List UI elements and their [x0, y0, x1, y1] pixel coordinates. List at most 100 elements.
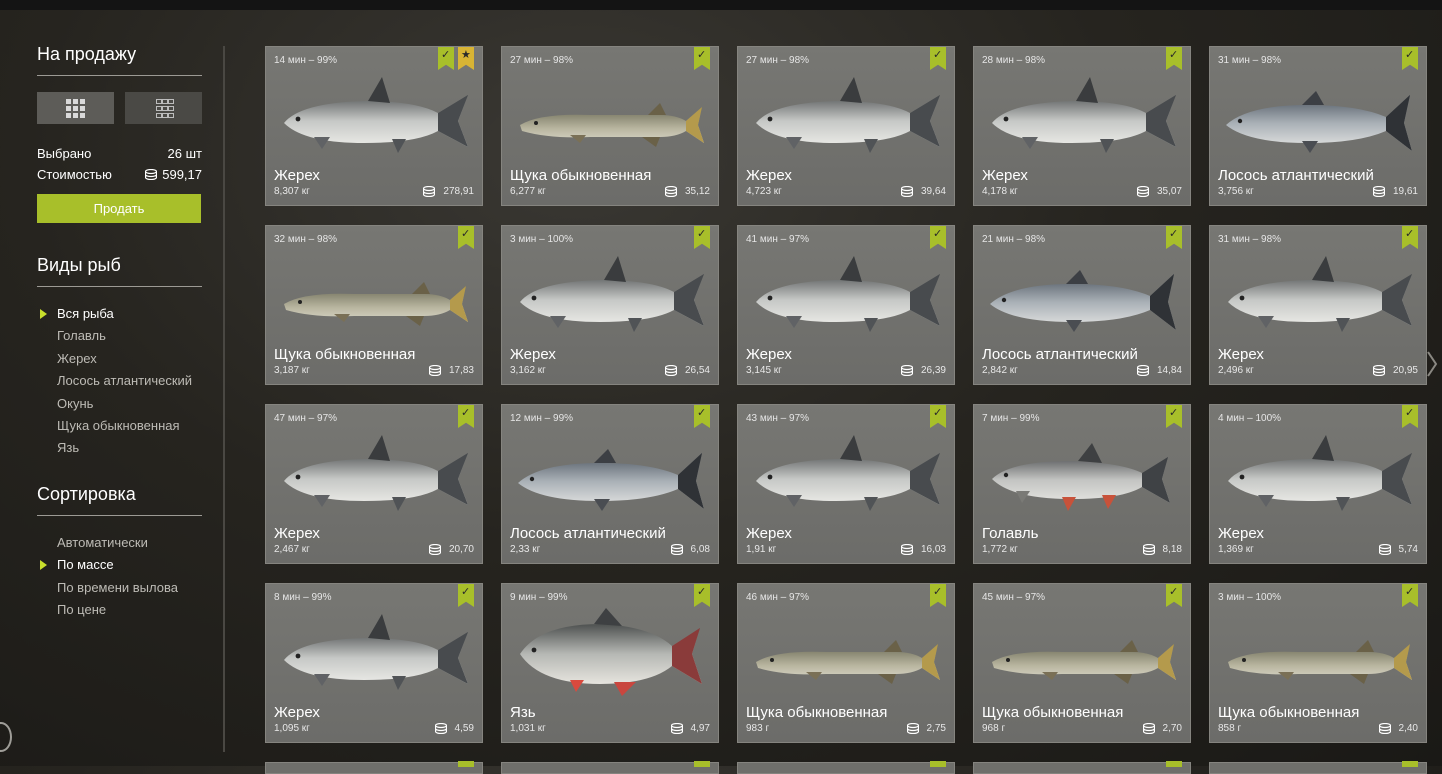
fish-card[interactable]: 4 мин – 100% ✓ Жерех 1,369 кг 5,74 — [1209, 404, 1427, 564]
catch-time-quality: 4 мин – 100% — [1218, 413, 1282, 424]
fish-image — [1218, 246, 1418, 341]
coin-icon — [1142, 544, 1155, 555]
selected-row: Выбрано 26 шт — [37, 146, 202, 161]
fish-image — [982, 604, 1182, 699]
fish-card-grid: 14 мин – 99% ✓ ★ Жерех 8,307 кг 278,91 2… — [265, 46, 1430, 743]
fish-weight: 3,756 кг — [1218, 186, 1254, 197]
fish-card[interactable]: 45 мин – 97% ✓ Щука обыкновенная 968 г 2… — [973, 583, 1191, 743]
catch-time-quality: 27 мин – 98% — [746, 55, 810, 66]
fish-price: 35,12 — [664, 186, 710, 197]
fish-price-value: 2,40 — [1398, 723, 1418, 734]
fish-card[interactable]: 31 мин – 98% ✓ Лосось атлантический 3,75… — [1209, 46, 1427, 206]
fish-card[interactable]: 27 мин – 98% ✓ Щука обыкновенная 6,277 к… — [501, 46, 719, 206]
chevron-right-icon[interactable] — [1426, 350, 1438, 378]
fish-card[interactable]: 21 мин – 98% ✓ Лосось атлантический 2,84… — [973, 225, 1191, 385]
coin-icon — [900, 365, 913, 376]
for-sale-title: На продажу — [37, 44, 202, 76]
coin-icon — [145, 169, 158, 180]
fish-name: Лосось атлантический — [982, 346, 1138, 363]
sort-options-list: Автоматически По массе По времени вылова По… — [37, 532, 202, 622]
sort-option-item[interactable]: По времени вылова — [37, 577, 202, 599]
fish-card[interactable]: 12 мин – 99% ✓ Лосось атлантический 2,33… — [501, 404, 719, 564]
card-peek — [265, 761, 483, 774]
catch-time-quality: 28 мин – 98% — [982, 55, 1046, 66]
fish-types-list: Вся рыба Голавль Жерех Лосось атлантический… — [37, 303, 202, 460]
fish-card[interactable]: 32 мин – 98% ✓ Щука обыкновенная 3,187 к… — [265, 225, 483, 385]
small-grid-view-button[interactable] — [125, 92, 202, 124]
fish-type-item[interactable]: Жерех — [37, 348, 202, 370]
coin-icon — [1136, 365, 1149, 376]
large-grid-view-button[interactable] — [37, 92, 114, 124]
fish-name: Голавль — [982, 525, 1039, 542]
fish-weight: 2,842 кг — [982, 365, 1018, 376]
sort-option-item[interactable]: По массе — [37, 554, 202, 576]
fish-card[interactable]: 28 мин – 98% ✓ Жерех 4,178 кг 35,07 — [973, 46, 1191, 206]
fish-name: Жерех — [274, 704, 320, 721]
help-icon[interactable] — [0, 722, 12, 752]
fish-name: Щука обыкновенная — [1218, 704, 1360, 721]
fish-price-value: 2,75 — [926, 723, 946, 734]
fish-card[interactable]: 3 мин – 100% ✓ Жерех 3,162 кг 26,54 — [501, 225, 719, 385]
sort-title: Сортировка — [37, 484, 202, 516]
fish-name: Жерех — [510, 346, 556, 363]
fish-image — [746, 604, 946, 699]
coin-icon — [906, 723, 919, 734]
fish-price-value: 26,39 — [920, 365, 946, 376]
fish-price: 4,97 — [670, 723, 710, 734]
fish-card[interactable]: 8 мин – 99% ✓ Жерех 1,095 кг 4,59 — [265, 583, 483, 743]
fish-card[interactable]: 43 мин – 97% ✓ Жерех 1,91 кг 16,03 — [737, 404, 955, 564]
fish-card[interactable]: 14 мин – 99% ✓ ★ Жерех 8,307 кг 278,91 — [265, 46, 483, 206]
coin-icon — [434, 723, 447, 734]
fish-weight: 6,277 кг — [510, 186, 546, 197]
fish-weight: 858 г — [1218, 723, 1242, 734]
fish-price: 2,75 — [906, 723, 946, 734]
fish-type-item[interactable]: Щука обыкновенная — [37, 415, 202, 437]
fish-card[interactable]: 7 мин – 99% ✓ Голавль 1,772 кг 8,18 — [973, 404, 1191, 564]
fish-card[interactable]: 9 мин – 99% ✓ Язь 1,031 кг 4,97 — [501, 583, 719, 743]
catch-time-quality: 3 мин – 100% — [1218, 592, 1282, 603]
catch-time-quality: 31 мин – 98% — [1218, 234, 1282, 245]
sort-option-item[interactable]: Автоматически — [37, 532, 202, 554]
catch-time-quality: 9 мин – 99% — [510, 592, 568, 603]
fish-price: 35,07 — [1136, 186, 1182, 197]
fish-name: Жерех — [1218, 346, 1264, 363]
fish-name: Жерех — [274, 167, 320, 184]
fish-image — [510, 67, 710, 162]
fish-weight: 3,145 кг — [746, 365, 782, 376]
fish-card[interactable]: 27 мин – 98% ✓ Жерех 4,723 кг 39,64 — [737, 46, 955, 206]
fish-image — [510, 425, 710, 520]
fish-price: 20,95 — [1372, 365, 1418, 376]
fish-type-item[interactable]: Язь — [37, 437, 202, 459]
fish-name: Жерех — [982, 167, 1028, 184]
fish-image — [274, 425, 474, 520]
fish-card[interactable]: 47 мин – 97% ✓ Жерех 2,467 кг 20,70 — [265, 404, 483, 564]
sell-button[interactable]: Продать — [37, 194, 201, 223]
fish-card[interactable]: 46 мин – 97% ✓ Щука обыкновенная 983 г 2… — [737, 583, 955, 743]
catch-time-quality: 31 мин – 98% — [1218, 55, 1282, 66]
fish-type-item[interactable]: Голавль — [37, 325, 202, 347]
coin-icon — [1372, 365, 1385, 376]
sort-option-item[interactable]: По цене — [37, 599, 202, 621]
fish-weight: 983 г — [746, 723, 770, 734]
fish-name: Щука обыкновенная — [274, 346, 416, 363]
fish-price: 278,91 — [423, 186, 474, 197]
coin-icon — [1372, 186, 1385, 197]
fish-type-item[interactable]: Вся рыба — [37, 303, 202, 325]
fish-name: Жерех — [746, 346, 792, 363]
coin-icon — [670, 723, 683, 734]
fish-weight: 4,178 кг — [982, 186, 1018, 197]
fish-card[interactable]: 31 мин – 98% ✓ Жерех 2,496 кг 20,95 — [1209, 225, 1427, 385]
fish-name: Щука обыкновенная — [510, 167, 652, 184]
fish-card[interactable]: 3 мин – 100% ✓ Щука обыкновенная 858 г 2… — [1209, 583, 1427, 743]
fish-price-value: 35,07 — [1156, 186, 1182, 197]
catch-time-quality: 45 мин – 97% — [982, 592, 1046, 603]
fish-name: Лосось атлантический — [1218, 167, 1374, 184]
fish-type-item[interactable]: Окунь — [37, 393, 202, 415]
fish-type-item[interactable]: Лосось атлантический — [37, 370, 202, 392]
fish-card[interactable]: 41 мин – 97% ✓ Жерех 3,145 кг 26,39 — [737, 225, 955, 385]
fish-price-value: 14,84 — [1156, 365, 1182, 376]
card-peek — [501, 761, 719, 774]
small-grid-icon — [155, 98, 174, 118]
card-peek — [973, 761, 1191, 774]
catch-time-quality: 14 мин – 99% — [274, 55, 338, 66]
